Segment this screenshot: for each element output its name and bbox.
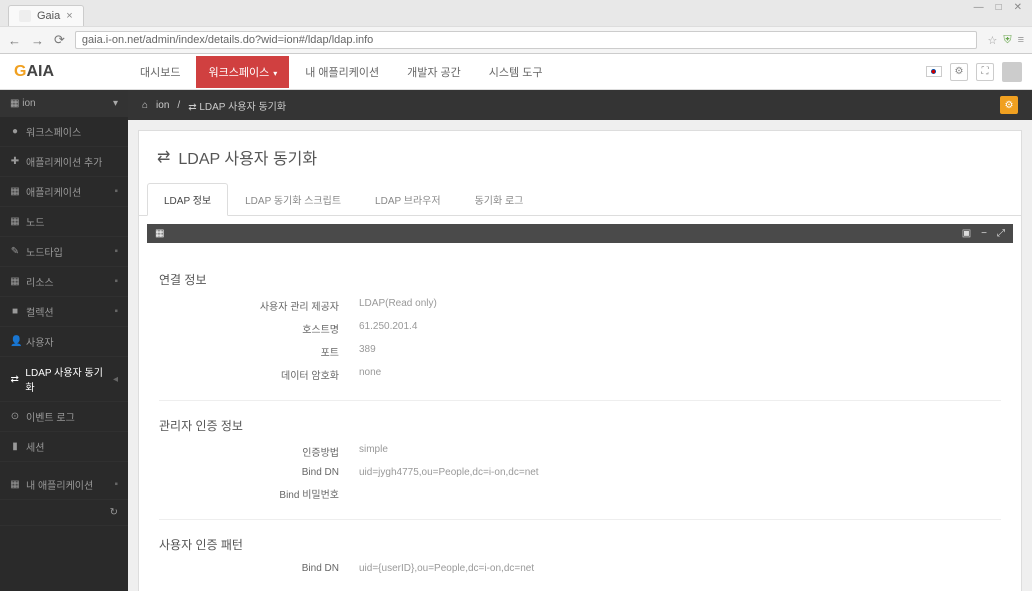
value-auth-method: simple (359, 444, 388, 459)
logo-rest: AIA (26, 63, 54, 80)
caret-down-icon: ▾ (273, 69, 277, 78)
value-port: 389 (359, 344, 376, 359)
breadcrumb-current: ⇄ LDAP 사용자 동기화 (188, 98, 286, 113)
shield-icon[interactable]: ⛨ (1003, 34, 1011, 47)
grid-icon: ▦ (10, 479, 20, 490)
win-max-icon[interactable]: □ (992, 2, 1006, 13)
minimize-icon[interactable]: − (981, 228, 987, 239)
win-min-icon[interactable]: — (970, 2, 988, 13)
bookmark-icon: ▮ (10, 441, 20, 452)
sidebar-item-session[interactable]: ▮세션 (0, 432, 128, 462)
forward-button[interactable]: → (31, 33, 44, 48)
menu-icon[interactable]: ≡ (1018, 34, 1024, 46)
value-provider: LDAP(Read only) (359, 298, 437, 313)
plus-icon: ✚ (10, 156, 20, 167)
label-port: 포트 (159, 344, 359, 359)
url-input[interactable]: gaia.i-on.net/admin/index/details.do?wid… (75, 31, 978, 49)
label-user-bind-dn: Bind DN (159, 563, 359, 574)
square-icon: ■ (10, 306, 20, 317)
top-nav: 대시보드 워크스페이스▾ 내 애플리케이션 개발자 공간 시스템 도구 (128, 56, 554, 88)
reload-button[interactable]: ⟳ (54, 32, 65, 48)
fullscreen-icon[interactable]: ⤢ (997, 228, 1005, 239)
tab-close-icon[interactable]: × (66, 10, 72, 22)
tab-title: Gaia (37, 10, 60, 22)
tab-ldap-script[interactable]: LDAP 동기화 스크립트 (228, 183, 358, 216)
tab-ldap-browser[interactable]: LDAP 브라우저 (358, 183, 458, 216)
sidebar-item-eventlog[interactable]: ⊙이벤트 로그 (0, 402, 128, 432)
home-icon[interactable]: ⌂ (142, 100, 148, 111)
avatar[interactable] (1002, 62, 1022, 82)
grid-icon: ▦ (155, 228, 164, 239)
sync-icon: ⇄ (10, 374, 19, 385)
url-text: gaia.i-on.net/admin/index/details.do?wid… (82, 34, 373, 46)
logo[interactable]: GAIA (0, 63, 128, 81)
nav-dashboard[interactable]: 대시보드 (128, 56, 192, 88)
favicon-icon (19, 10, 31, 22)
nav-myapps[interactable]: 내 애플리케이션 (293, 56, 391, 88)
sidebar-item-myapps[interactable]: ▦내 애플리케이션▪ (0, 470, 128, 500)
browser-tab[interactable]: Gaia × (8, 5, 84, 26)
tabs: LDAP 정보 LDAP 동기화 스크립트 LDAP 브라우저 동기화 로그 (139, 183, 1021, 216)
nav-devspace[interactable]: 개발자 공간 (395, 56, 473, 88)
gear-button[interactable]: ⚙ (1000, 96, 1018, 114)
sidebar-item-node[interactable]: ▦노드 (0, 207, 128, 237)
sidebar: ▦ ion ▾ ●워크스페이스 ✚애플리케이션 추가 ▦애플리케이션▪ ▦노드 … (0, 90, 128, 591)
value-bind-dn: uid=jygh4775,ou=People,dc=i-on,dc=net (359, 467, 539, 478)
win-close-icon[interactable]: ✕ (1010, 2, 1026, 13)
target-icon: ⊙ (10, 411, 20, 422)
panel-toolbar: ▦ ▣ − ⤢ (147, 224, 1013, 243)
edit-icon: ✎ (10, 246, 20, 257)
tab-ldap-info[interactable]: LDAP 정보 (147, 183, 228, 216)
sidebar-refresh[interactable]: ↻ (0, 500, 128, 526)
nav-systools[interactable]: 시스템 도구 (477, 56, 555, 88)
expand-icon[interactable]: ⛶ (976, 63, 994, 81)
back-button[interactable]: ← (8, 33, 21, 48)
sidebar-item-user[interactable]: 👤사용자 (0, 327, 128, 357)
value-encrypt: none (359, 367, 381, 382)
nav-workspace[interactable]: 워크스페이스▾ (196, 56, 289, 88)
caret-down-icon: ▾ (113, 98, 118, 109)
sidebar-item-nodetype[interactable]: ✎노드타입▪ (0, 237, 128, 267)
section-connection: 연결 정보 (159, 259, 1001, 294)
label-bind-dn: Bind DN (159, 467, 359, 478)
window-controls[interactable]: — □ ✕ (970, 2, 1026, 13)
user-icon: 👤 (10, 336, 20, 347)
page-title: ⇄ LDAP 사용자 동기화 (139, 131, 1021, 183)
toolbar-action-icon[interactable]: ▣ (962, 228, 971, 239)
label-host: 호스트명 (159, 321, 359, 336)
sync-icon: ⇄ (157, 147, 170, 167)
breadcrumb-root[interactable]: ion (156, 100, 169, 111)
logo-first: G (14, 63, 26, 80)
label-encrypt: 데이터 암호화 (159, 367, 359, 382)
sidebar-item-ldap-sync[interactable]: ⇄LDAP 사용자 동기화◂ (0, 357, 128, 402)
workspace-selector[interactable]: ▦ ion ▾ (0, 90, 128, 117)
circle-icon: ● (10, 126, 20, 137)
label-bind-pw: Bind 비밀번호 (159, 486, 359, 501)
grid-icon: ▦ (10, 186, 20, 197)
tab-sync-log[interactable]: 동기화 로그 (458, 183, 541, 216)
section-admin-auth: 관리자 인증 정보 (159, 405, 1001, 440)
locale-flag[interactable] (926, 66, 942, 77)
sidebar-item-workspace[interactable]: ●워크스페이스 (0, 117, 128, 147)
star-icon[interactable]: ☆ (987, 34, 997, 47)
label-provider: 사용자 관리 제공자 (159, 298, 359, 313)
refresh-icon: ↻ (110, 507, 118, 518)
label-auth-method: 인증방법 (159, 444, 359, 459)
breadcrumb: ⌂ ion / ⇄ LDAP 사용자 동기화 ⚙ (128, 90, 1032, 120)
settings-icon[interactable]: ⚙ (950, 63, 968, 81)
value-host: 61.250.201.4 (359, 321, 417, 336)
sidebar-item-resource[interactable]: ▦리소스▪ (0, 267, 128, 297)
sidebar-item-collection[interactable]: ■컬렉션▪ (0, 297, 128, 327)
sidebar-item-add-app[interactable]: ✚애플리케이션 추가 (0, 147, 128, 177)
grid-icon: ▦ (10, 216, 20, 227)
main-content: ⌂ ion / ⇄ LDAP 사용자 동기화 ⚙ ⇄ LDAP 사용자 동기화 … (128, 90, 1032, 591)
grid-icon: ▦ (10, 276, 20, 287)
section-user-auth: 사용자 인증 패턴 (159, 524, 1001, 559)
value-user-bind-dn: uid={userID},ou=People,dc=i-on,dc=net (359, 563, 534, 574)
sidebar-item-application[interactable]: ▦애플리케이션▪ (0, 177, 128, 207)
